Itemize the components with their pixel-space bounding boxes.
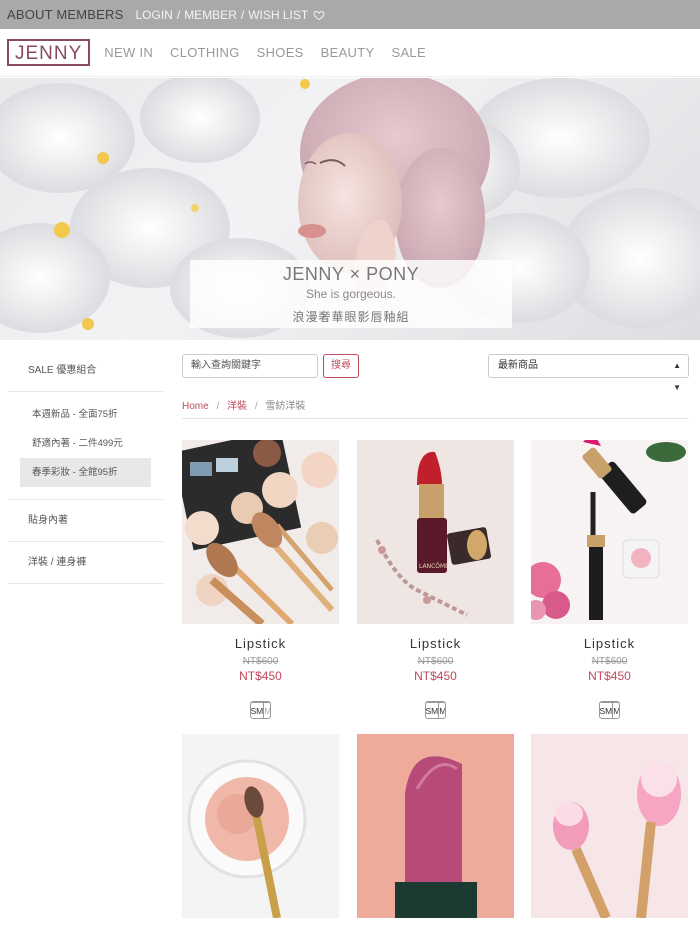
heart-icon[interactable]: [313, 9, 325, 21]
breadcrumb: Home / 洋裝 / 雪紡洋裝: [182, 397, 305, 412]
separator: /: [240, 7, 245, 22]
product-name[interactable]: Lipstick: [357, 636, 514, 651]
nav-item-sale[interactable]: SALE: [391, 45, 425, 60]
product-old-price: NT$600: [417, 656, 454, 667]
top-bar: ABOUT MEMBERS LOGIN / MEMBER / WISH LIST: [0, 0, 700, 29]
sidebar-item-underwear[interactable]: 貼身內著: [8, 500, 163, 542]
sidebar-item-dresses[interactable]: 洋裝 / 連身褲: [8, 542, 163, 584]
breadcrumb-category[interactable]: 洋裝: [227, 401, 247, 412]
nav-menu: NEW IN CLOTHING SHOES BEAUTY SALE: [104, 45, 426, 60]
sort-select[interactable]: 最新商品 ▲ ▼: [488, 354, 689, 392]
size-sm-button[interactable]: SM: [599, 702, 614, 718]
size-m-button[interactable]: M: [612, 702, 619, 718]
hero-title: JENNY × PONY: [282, 264, 420, 284]
account-links: LOGIN / MEMBER / WISH LIST: [136, 8, 326, 22]
size-group: SM M XL: [598, 701, 620, 719]
sort-caret-icon: ▲ ▼: [673, 361, 681, 392]
sort-select-value: 最新商品: [498, 360, 538, 371]
svg-text:LANCÔME: LANCÔME: [419, 563, 449, 570]
size-options: SM M XL: [182, 701, 339, 719]
size-sm-button[interactable]: SM: [425, 702, 440, 718]
size-group: SM M XL: [424, 701, 446, 719]
hero-caption-box: JENNY × PONY She is gorgeous. 浪漫奢華眼影唇釉組: [190, 260, 512, 328]
product-card[interactable]: Lipstick NT$600 NT$450 SM M XL: [182, 440, 339, 719]
category-sidebar: SALE 優惠組合 本週新品 - 全面75折 舒適內著 - 二件499元 春季彩…: [8, 350, 163, 584]
nav-item-shoes[interactable]: SHOES: [257, 45, 304, 60]
member-link[interactable]: MEMBER: [184, 8, 237, 22]
hero-caption: 浪漫奢華眼影唇釉組: [292, 310, 410, 324]
product-image[interactable]: [182, 734, 339, 918]
hero-subtitle: She is gorgeous.: [305, 287, 397, 301]
product-image[interactable]: [531, 734, 688, 918]
size-group: SM M XL: [249, 701, 271, 719]
product-card[interactable]: Lipstick NT$600 NT$450 SM M XL: [531, 440, 688, 719]
product-card[interactable]: [182, 734, 339, 918]
product-price: NT$450: [588, 669, 631, 683]
product-price: NT$450: [239, 669, 282, 683]
sidebar-sub-list: 本週新品 - 全面75折 舒適內著 - 二件499元 春季彩妝 - 全館95折: [8, 392, 163, 500]
breadcrumb-home[interactable]: Home: [182, 401, 209, 412]
product-price: NT$450: [414, 669, 457, 683]
breadcrumb-current: 雪紡洋裝: [265, 401, 306, 412]
search-input[interactable]: 輸入查詢關鍵字: [182, 354, 318, 378]
size-m-button[interactable]: M: [263, 702, 270, 718]
sidebar-sub-item[interactable]: 舒適內著 - 二件499元: [20, 429, 151, 458]
product-name[interactable]: Lipstick: [182, 636, 339, 651]
jenny-logo[interactable]: JENNY: [7, 39, 91, 66]
hero-banner[interactable]: JENNY × PONY She is gorgeous. 浪漫奢華眼影唇釉組: [0, 78, 700, 340]
size-options: SM M XL: [531, 701, 688, 719]
product-name[interactable]: Lipstick: [531, 636, 688, 651]
product-image[interactable]: [182, 440, 339, 624]
sidebar-sub-item-active[interactable]: 春季彩妝 - 全館95折: [20, 458, 151, 487]
sidebar-sub-item[interactable]: 本週新品 - 全面75折: [20, 400, 151, 429]
sidebar-item-sale[interactable]: SALE 優惠組合: [8, 350, 163, 392]
nav-item-new-in[interactable]: NEW IN: [104, 45, 153, 60]
product-card[interactable]: LANCÔME Lipstick NT$600 NT$450 SM M XL: [357, 440, 514, 719]
nav-item-beauty[interactable]: BEAUTY: [321, 45, 375, 60]
size-sm-button[interactable]: SM: [250, 702, 265, 718]
wish-list-link[interactable]: WISH LIST: [248, 8, 308, 22]
size-m-button[interactable]: M: [438, 702, 445, 718]
separator: /: [176, 7, 181, 22]
main-nav: JENNY NEW IN CLOTHING SHOES BEAUTY SALE: [0, 29, 700, 77]
about-members-link[interactable]: ABOUT MEMBERS: [7, 7, 124, 22]
breadcrumb-separator: /: [216, 401, 220, 412]
product-old-price: NT$600: [242, 656, 279, 667]
product-image[interactable]: LANCÔME: [357, 440, 514, 624]
product-card[interactable]: [531, 734, 688, 918]
breadcrumb-separator: /: [254, 401, 258, 412]
login-link[interactable]: LOGIN: [136, 8, 173, 22]
product-card[interactable]: [357, 734, 514, 918]
nav-item-clothing[interactable]: CLOTHING: [170, 45, 240, 60]
divider: [182, 418, 689, 419]
search-button[interactable]: 搜尋: [323, 354, 359, 378]
product-old-price: NT$600: [591, 656, 628, 667]
product-image[interactable]: [531, 440, 688, 624]
product-image[interactable]: [357, 734, 514, 918]
size-options: SM M XL: [357, 701, 514, 719]
